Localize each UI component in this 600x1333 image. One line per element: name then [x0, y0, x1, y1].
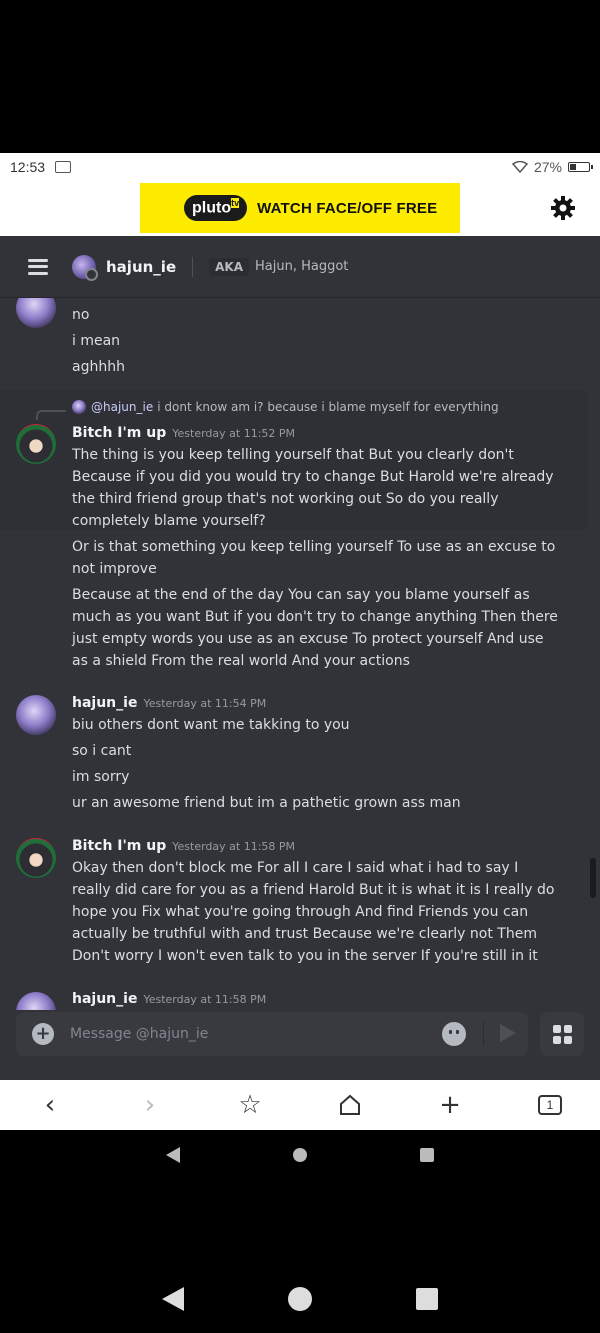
pluto-logo: plutotv [184, 195, 248, 221]
home-icon[interactable] [334, 1089, 366, 1121]
message-line: i mean [72, 333, 121, 349]
menu-icon[interactable] [28, 258, 48, 275]
message-line: as a shield From the real world And your… [72, 653, 410, 669]
system-nav-bar [0, 1146, 600, 1164]
message-line: so i cant [72, 743, 132, 759]
ad-banner[interactable]: plutotv WATCH FACE/OFF FREE [140, 183, 460, 233]
reply-connector [36, 410, 66, 420]
send-icon[interactable] [500, 1024, 516, 1042]
message-line: im sorry [72, 769, 130, 785]
message-header: Bitch I'm up Yesterday at 11:58 PM [72, 835, 295, 858]
message-author[interactable]: hajun_ie [72, 695, 137, 711]
message-line: ur an awesome friend but im a pathetic g… [72, 795, 461, 811]
nav-recents-icon[interactable] [416, 1288, 438, 1310]
clock: 12:53 [10, 158, 46, 175]
tabs-button[interactable]: 1 [534, 1089, 566, 1121]
battery-icon [568, 161, 593, 172]
message-line: The thing is you keep telling yourself t… [72, 447, 514, 463]
message-line: completely blame yourself? [72, 513, 266, 529]
nav-recents-icon[interactable] [419, 1148, 434, 1162]
system-nav-bar [0, 1286, 600, 1312]
message-header: Bitch I'm up Yesterday at 11:52 PM [72, 422, 295, 445]
avatar[interactable] [16, 992, 56, 1010]
message-timestamp: Yesterday at 11:58 PM [172, 840, 296, 853]
message-timestamp: Yesterday at 11:58 PM [143, 993, 267, 1006]
message-composer[interactable]: + Message @hajun_ie [16, 1012, 528, 1056]
reply-username: @hajun_ie [91, 400, 154, 414]
ad-text: WATCH FACE/OFF FREE [257, 199, 438, 217]
discord-app: hajun_ie AKA Hajun, Haggot no i mean agh… [0, 236, 600, 1080]
message-header: hajun_ie Yesterday at 11:54 PM [72, 692, 266, 715]
divider [483, 1022, 484, 1046]
gear-icon[interactable] [550, 195, 576, 221]
message-line: Or is that something you keep telling yo… [72, 539, 556, 555]
message-timestamp: Yesterday at 11:52 PM [172, 427, 296, 440]
message-list: no i mean aghhhh @hajun_ie i dont know a… [0, 298, 600, 1010]
message-line: Don't worry I won't even talk to you in … [72, 948, 538, 964]
forward-icon[interactable]: › [134, 1089, 166, 1121]
message-line: Because at the end of the day You can sa… [72, 587, 530, 603]
message-line: not improve [72, 561, 157, 577]
avatar[interactable] [16, 838, 56, 878]
message-line: just empty words you use as an excuse To… [72, 631, 544, 647]
message-line: really did care for you as a friend Haro… [72, 882, 555, 898]
nicknames: Hajun, Haggot [255, 259, 349, 274]
reply-text: i dont know am i? because i blame myself… [157, 400, 499, 414]
message-author[interactable]: hajun_ie [72, 991, 137, 1007]
nav-back-icon[interactable] [162, 1287, 184, 1311]
dm-username[interactable]: hajun_ie [106, 258, 176, 276]
emoji-icon[interactable] [442, 1022, 466, 1046]
message-input[interactable]: Message @hajun_ie [70, 1026, 208, 1042]
message-author[interactable]: Bitch I'm up [72, 425, 166, 441]
nav-home-icon[interactable] [288, 1287, 312, 1311]
reply-preview[interactable]: @hajun_ie i dont know am i? because i bl… [72, 400, 499, 414]
divider [192, 256, 194, 277]
message-line: actually be truthful with and trust Beca… [72, 926, 537, 942]
avatar [72, 400, 86, 414]
message-line: the third friend group that's not workin… [72, 491, 499, 507]
battery-percent: 27% [533, 158, 562, 175]
scrollbar[interactable] [590, 858, 596, 898]
apps-icon[interactable] [540, 1012, 584, 1056]
status-bar: 12:53 27% [0, 153, 600, 180]
back-icon[interactable]: ‹ [34, 1089, 66, 1121]
avatar[interactable] [16, 695, 56, 735]
message-line: Because if you did you would try to chan… [72, 469, 554, 485]
dm-header: hajun_ie AKA Hajun, Haggot [0, 236, 600, 298]
message-line: biu others dont want me takking to you [72, 717, 350, 733]
wifi-icon [511, 160, 528, 173]
nav-back-icon[interactable] [166, 1147, 181, 1163]
message-header: hajun_ie Yesterday at 11:58 PM [72, 988, 266, 1010]
message-line: hope you Fix what you're going through A… [72, 904, 529, 920]
message-timestamp: Yesterday at 11:54 PM [143, 697, 267, 710]
nav-home-icon[interactable] [292, 1148, 307, 1162]
avatar[interactable] [16, 298, 56, 328]
screen-cast-icon [55, 160, 72, 173]
ad-bar: plutotv WATCH FACE/OFF FREE [0, 180, 600, 236]
avatar[interactable] [16, 424, 56, 464]
message-line: no [72, 307, 90, 323]
browser-toolbar: ‹ › ☆ + 1 [0, 1080, 600, 1130]
new-tab-icon[interactable]: + [434, 1089, 466, 1121]
add-attachment-icon[interactable]: + [32, 1023, 54, 1045]
tab-count: 1 [538, 1095, 562, 1115]
message-line: Okay then don't block me For all I care … [72, 860, 519, 876]
aka-badge: AKA [209, 257, 249, 276]
message-line: aghhhh [72, 359, 125, 375]
message-line: much as you want But if you don't try to… [72, 609, 558, 625]
message-author[interactable]: Bitch I'm up [72, 838, 166, 854]
avatar[interactable] [72, 254, 98, 281]
bookmark-star-icon[interactable]: ☆ [234, 1089, 266, 1121]
